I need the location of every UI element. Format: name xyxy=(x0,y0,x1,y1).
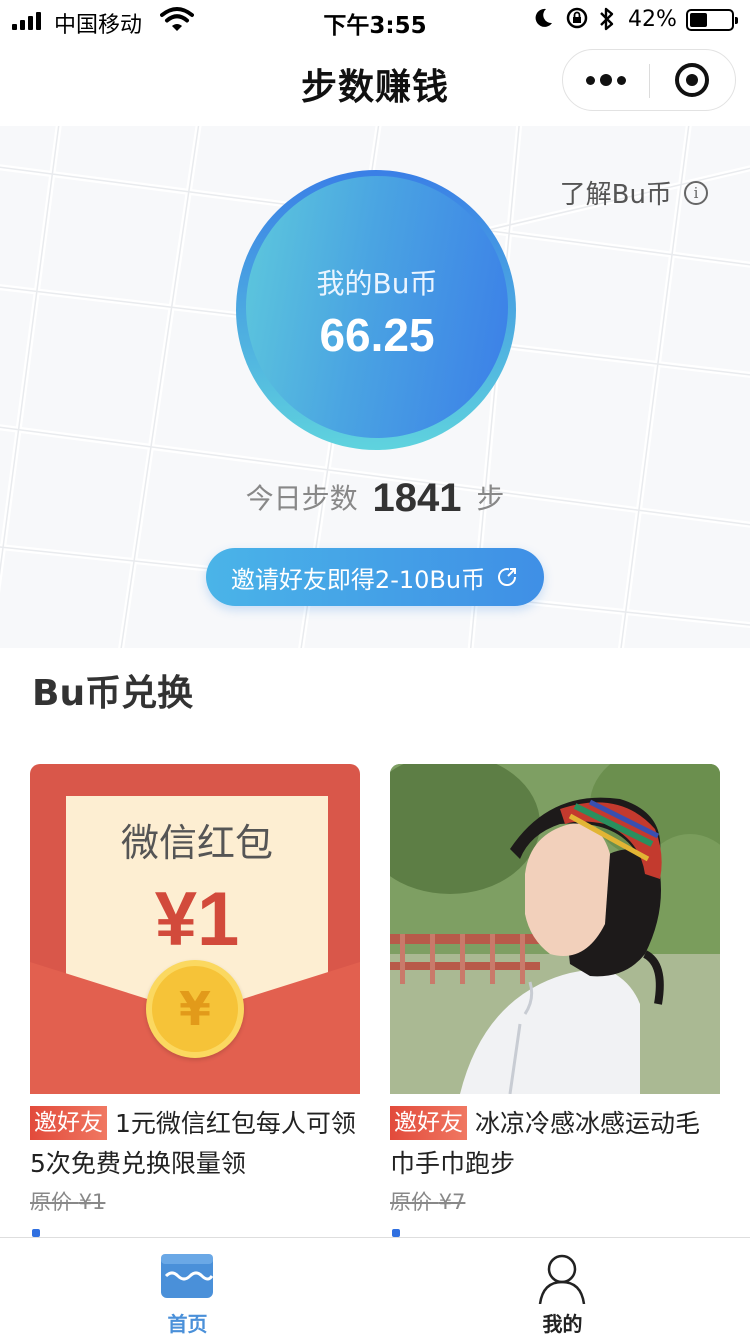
battery-percent: 42% xyxy=(628,7,677,32)
bluetooth-icon xyxy=(600,7,614,31)
invite-tag: 邀好友 xyxy=(30,1106,107,1140)
original-price-value: ¥7 xyxy=(438,1190,466,1214)
coin-face: 我的Bu币 66.25 xyxy=(246,176,508,438)
capsule-divider xyxy=(649,64,650,98)
red-packet-image: 微信红包 ¥1 ¥ xyxy=(30,764,360,1094)
learn-bu-coin-link[interactable]: 了解Bu币 i xyxy=(560,174,708,211)
price-partial-mark xyxy=(32,1229,40,1237)
moon-icon xyxy=(535,8,552,27)
invite-button-label: 邀请好友即得2-10Bu币 xyxy=(230,565,486,594)
coin-balance-circle: 我的Bu币 66.25 xyxy=(236,170,516,450)
exchange-card-towel[interactable]: 邀好友 冰凉冷感冰感运动毛巾手巾跑步 原价 ¥7 xyxy=(390,764,720,1216)
tab-me[interactable]: 我的 xyxy=(375,1238,750,1334)
steps-value: 1841 xyxy=(372,476,462,520)
item-description: 邀好友 冰凉冷感冰感运动毛巾手巾跑步 xyxy=(390,1104,720,1184)
tab-home[interactable]: 首页 xyxy=(0,1238,375,1334)
product-photo xyxy=(390,764,720,1094)
steps-unit: 步 xyxy=(476,482,505,515)
product-photo-illustration xyxy=(390,764,720,1094)
home-shop-icon xyxy=(161,1254,214,1298)
original-price-label: 原价 xyxy=(30,1190,72,1214)
coin-medal-icon: ¥ xyxy=(146,960,244,1058)
rotation-lock-icon xyxy=(566,7,588,29)
tab-home-label: 首页 xyxy=(167,1312,208,1334)
original-price: 原价 ¥7 xyxy=(390,1186,720,1216)
coin-label: 我的Bu币 xyxy=(316,267,438,300)
hero-panel: 了解Bu币 i 我的Bu币 66.25 今日步数 1841 步 邀请好友即得2-… xyxy=(0,126,750,648)
user-icon xyxy=(538,1254,586,1304)
original-price-value: ¥1 xyxy=(78,1190,106,1214)
status-bar: 中国移动 下午3:55 42% xyxy=(0,0,750,40)
original-price-label: 原价 xyxy=(390,1190,432,1214)
section-title: Bu币兑换 xyxy=(32,673,194,714)
more-icon[interactable] xyxy=(563,50,649,110)
invite-friends-button[interactable]: 邀请好友即得2-10Bu币 xyxy=(206,548,544,606)
learn-link-label: 了解Bu币 xyxy=(559,180,672,210)
steps-prefix: 今日步数 xyxy=(245,482,358,515)
info-icon: i xyxy=(684,180,708,205)
exchange-card-red-packet[interactable]: 微信红包 ¥1 ¥ 邀好友 1元微信红包每人可领5次免费兑换限量领 原价 ¥1 xyxy=(30,764,360,1216)
today-steps: 今日步数 1841 步 xyxy=(0,476,750,521)
close-target-icon[interactable] xyxy=(675,63,709,97)
invite-tag: 邀好友 xyxy=(390,1106,467,1140)
tab-bar: 首页 我的 xyxy=(0,1237,750,1334)
share-icon xyxy=(498,568,517,586)
mini-program-capsule xyxy=(562,49,736,111)
item-description: 邀好友 1元微信红包每人可领5次免费兑换限量领 xyxy=(30,1104,360,1184)
price-partial-mark xyxy=(392,1229,400,1237)
coin-value: 66.25 xyxy=(319,309,435,361)
tab-me-label: 我的 xyxy=(542,1312,583,1334)
battery-icon xyxy=(686,9,738,31)
original-price: 原价 ¥1 xyxy=(30,1186,360,1216)
